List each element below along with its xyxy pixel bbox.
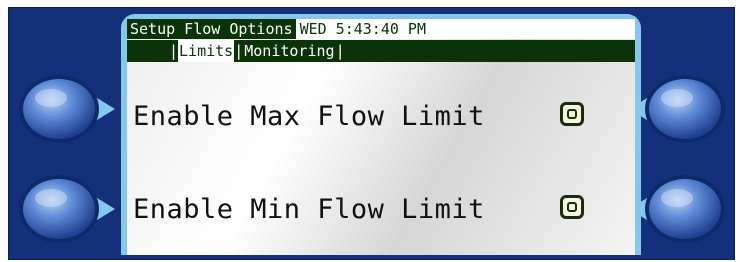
left-softkey-top[interactable]: [11, 68, 121, 150]
softkey-button-icon: [19, 75, 115, 143]
page-title: Setup Flow Options: [127, 19, 296, 39]
tab-separator: |: [335, 42, 345, 60]
left-softkey-bottom[interactable]: [11, 168, 121, 250]
screen-frame: Setup Flow Options WED 5:43:40 PM | Limi…: [121, 14, 641, 255]
option-label: Enable Min Flow Limit: [133, 193, 485, 225]
tab-separator: |: [234, 42, 244, 60]
max-flow-limit-checkbox[interactable]: [560, 102, 584, 126]
checkbox-box-icon: [567, 109, 577, 119]
checkbox-box-icon: [567, 202, 577, 212]
option-row-min-flow[interactable]: Enable Min Flow Limit: [133, 189, 635, 229]
device-bezel: Setup Flow Options WED 5:43:40 PM | Limi…: [8, 7, 735, 260]
option-label: Enable Max Flow Limit: [133, 100, 485, 132]
lcd-screen: Setup Flow Options WED 5:43:40 PM | Limi…: [127, 19, 635, 255]
tab-monitoring[interactable]: Monitoring: [243, 40, 335, 62]
title-bar: Setup Flow Options WED 5:43:40 PM: [127, 19, 635, 39]
tab-limits[interactable]: Limits: [178, 40, 235, 62]
tab-bar: | Limits | Monitoring |: [127, 40, 635, 62]
min-flow-limit-checkbox[interactable]: [560, 195, 584, 219]
tab-separator: |: [169, 42, 179, 60]
softkey-button-icon: [19, 175, 115, 243]
option-row-max-flow[interactable]: Enable Max Flow Limit: [133, 96, 635, 136]
date-time: WED 5:43:40 PM: [299, 20, 426, 38]
